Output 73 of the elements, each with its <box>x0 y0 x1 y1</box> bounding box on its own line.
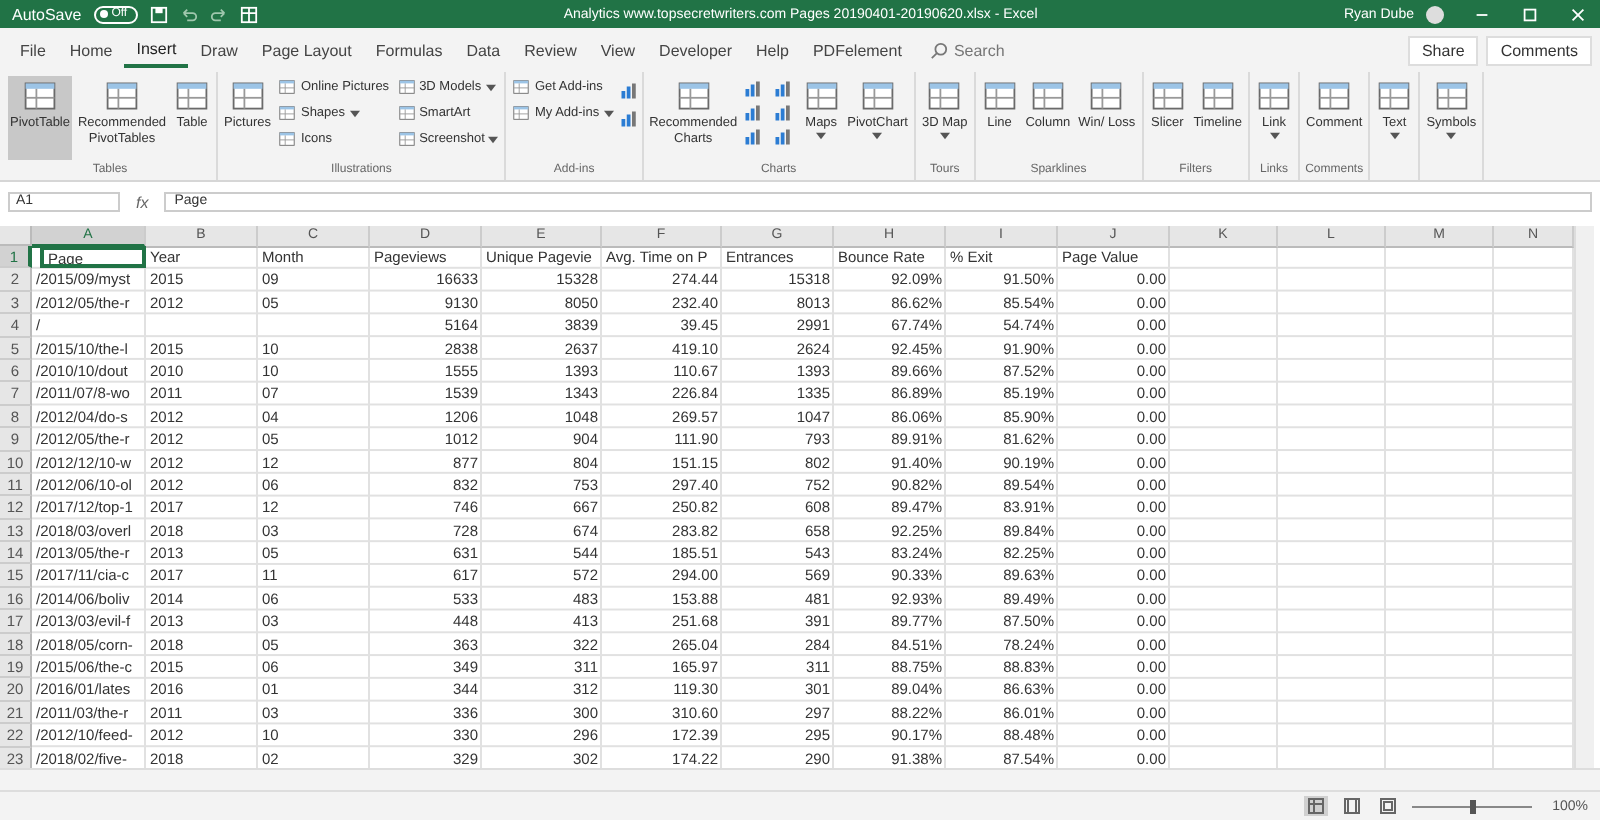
caret-icon <box>485 83 496 91</box>
function-button[interactable]: fx <box>136 193 149 211</box>
search-field[interactable]: Search <box>953 41 1074 59</box>
ribbon-tab[interactable]: Data <box>454 35 513 65</box>
autosave-label: AutoSave <box>12 5 82 23</box>
grid-icon <box>926 78 963 114</box>
grid-icon <box>278 130 297 148</box>
grid-icon <box>675 78 712 114</box>
toolbar-button[interactable]: Comments <box>1486 35 1592 65</box>
caret-icon <box>488 135 499 143</box>
ribbon-tab[interactable]: PDFelement <box>800 35 914 65</box>
undo-icon[interactable] <box>179 5 198 23</box>
grid-icon <box>397 78 416 96</box>
ribbon-tab[interactable]: Draw <box>188 35 250 65</box>
grid-icon <box>512 78 531 96</box>
avatar-icon[interactable] <box>1426 5 1444 23</box>
chart-icon <box>743 128 762 146</box>
grid-icon <box>1316 78 1353 114</box>
ribbon-tab[interactable]: File <box>8 35 58 65</box>
grid-icon <box>229 78 266 114</box>
chart-icon <box>773 104 792 122</box>
grid-icon <box>278 78 297 96</box>
caret-icon <box>1269 132 1280 140</box>
ribbon-tab[interactable]: Review <box>512 35 589 65</box>
grid-icon <box>1149 78 1186 114</box>
grid-icon <box>803 78 840 114</box>
zoom-slider[interactable] <box>1470 799 1477 813</box>
caret-icon <box>603 109 614 117</box>
search-icon <box>929 41 948 59</box>
ribbon-tab[interactable]: View <box>588 35 648 65</box>
grid-icon <box>1433 78 1470 114</box>
chart-icon <box>773 80 792 98</box>
ribbon-tab[interactable]: Formulas <box>363 35 455 65</box>
chart-icon <box>619 82 638 100</box>
grid-icon <box>397 104 416 122</box>
grid-icon <box>397 130 416 148</box>
ribbon-tab[interactable]: Help <box>744 35 801 65</box>
redo-icon[interactable] <box>209 5 228 23</box>
view-button[interactable] <box>1304 796 1329 816</box>
chart-icon <box>743 80 762 98</box>
maximize-icon[interactable] <box>1520 5 1540 23</box>
toolbar-button[interactable]: Share <box>1407 35 1479 65</box>
view-button[interactable] <box>1376 796 1401 816</box>
grid-icon <box>1256 78 1293 114</box>
close-icon[interactable] <box>1568 5 1588 23</box>
chart-icon <box>743 104 762 122</box>
ribbon-tab[interactable]: Page Layout <box>249 35 364 65</box>
grid-icon <box>1376 78 1413 114</box>
grid-icon <box>1088 78 1125 114</box>
grid-icon <box>512 104 531 122</box>
caret-icon <box>816 132 827 140</box>
chart-icon <box>773 128 792 146</box>
caret-icon <box>349 109 360 117</box>
chart-icon <box>619 110 638 128</box>
grid-icon <box>859 78 896 114</box>
grid-icon <box>278 104 297 122</box>
caret-icon <box>1446 132 1457 140</box>
ribbon-tab[interactable]: Developer <box>647 35 745 65</box>
save-icon[interactable] <box>149 5 168 23</box>
caret-icon <box>872 132 883 140</box>
grid-icon <box>104 78 140 114</box>
ribbon-tab[interactable]: Insert <box>124 33 189 67</box>
grid-icon <box>174 78 210 114</box>
caret-icon <box>1389 132 1400 140</box>
ribbon-tab[interactable]: Home <box>57 35 125 65</box>
horizontal-scrollbar[interactable] <box>0 768 1600 790</box>
grid-icon <box>981 78 1018 114</box>
grid-icon <box>1029 78 1066 114</box>
view-button[interactable] <box>1340 796 1365 816</box>
grid-icon[interactable] <box>239 5 258 23</box>
caret-icon <box>939 132 950 140</box>
grid-icon <box>22 78 58 114</box>
grid-icon <box>1199 78 1236 114</box>
